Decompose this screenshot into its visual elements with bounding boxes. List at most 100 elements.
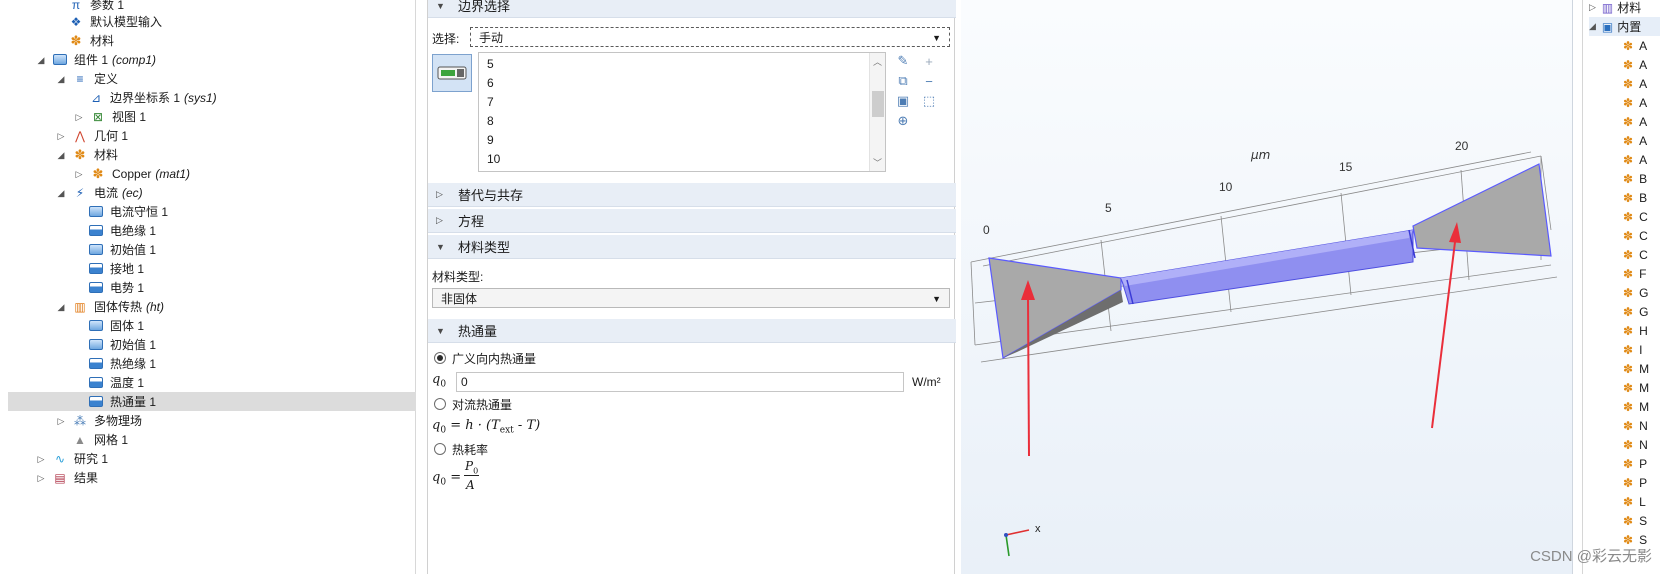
- list-scrollbar[interactable]: ︿ ﹀: [869, 53, 885, 171]
- library-item-materials[interactable]: ▷ ▥ 材料: [1589, 0, 1641, 17]
- add-icon[interactable]: +: [920, 52, 938, 70]
- radio-heat-rate[interactable]: [434, 443, 446, 455]
- collapse-arrow-icon[interactable]: ◢: [56, 150, 66, 160]
- q0-input[interactable]: 0: [456, 372, 904, 392]
- selection-dropdown[interactable]: 手动 ▼: [470, 27, 950, 47]
- material-list-item[interactable]: ✽ N: [1623, 416, 1648, 435]
- graphics-window[interactable]: μm 0 5 10 15 20 x: [961, 0, 1573, 574]
- expand-arrow-icon[interactable]: ▷: [74, 169, 84, 179]
- expand-arrow-icon[interactable]: ▷: [36, 454, 46, 464]
- material-list-item[interactable]: ✽ L: [1623, 492, 1646, 511]
- material-list-item[interactable]: ✽ M: [1623, 359, 1649, 378]
- copy-selection-icon[interactable]: ⧉: [894, 72, 912, 90]
- tree-item-materials[interactable]: ◢ ✽ 材料: [8, 145, 416, 164]
- collapse-arrow-icon[interactable]: ◢: [1589, 21, 1596, 32]
- collapse-arrow-icon[interactable]: ◢: [56, 74, 66, 84]
- tree-item-initial-values-ec[interactable]: 初始值 1: [8, 240, 416, 259]
- tree-item-study[interactable]: ▷ ∿ 研究 1: [8, 449, 416, 468]
- section-override[interactable]: ▷ 替代与共存: [428, 183, 956, 207]
- boundary-list[interactable]: 5 6 7 8 9 10 ︿ ﹀: [478, 52, 886, 172]
- library-item-builtin[interactable]: ◢ ▣ 内置: [1589, 17, 1660, 36]
- tree-item-thermal-insulation[interactable]: 热绝缘 1: [8, 354, 416, 373]
- radio-general-inward-flux[interactable]: [434, 352, 446, 364]
- paste-selection-icon[interactable]: ▣: [894, 92, 912, 110]
- tree-item-temperature[interactable]: 温度 1: [8, 373, 416, 392]
- material-list-item[interactable]: ✽ A: [1623, 112, 1647, 131]
- expand-arrow-icon[interactable]: ▷: [74, 112, 84, 122]
- collapse-arrow-icon[interactable]: ◢: [56, 302, 66, 312]
- tree-item-results[interactable]: ▷ ▤ 结果: [8, 468, 416, 487]
- tree-item-multiphysics[interactable]: ▷ ⁂ 多物理场: [8, 411, 416, 430]
- expand-arrow-icon[interactable]: ▷: [36, 473, 46, 483]
- material-list-item[interactable]: ✽ M: [1623, 378, 1649, 397]
- material-list-item[interactable]: ✽ F: [1623, 264, 1646, 283]
- collapse-arrow-icon[interactable]: ◢: [56, 188, 66, 198]
- material-list-item[interactable]: ✽ G: [1623, 283, 1648, 302]
- tree-item-electric-currents[interactable]: ◢ ⚡ 电流 (ec): [8, 183, 416, 202]
- right-pad[interactable]: [1412, 163, 1552, 257]
- scroll-thumb[interactable]: [872, 91, 884, 117]
- tree-item-definitions[interactable]: ◢ ≡ 定义: [8, 69, 416, 88]
- heat-rate-label: 热耗率: [452, 443, 489, 457]
- material-list-item[interactable]: ✽ P: [1623, 454, 1647, 473]
- section-equation[interactable]: ▷ 方程: [428, 209, 956, 233]
- tree-item-copper[interactable]: ▷ ✽ Copper (mat1): [8, 164, 416, 183]
- material-list-item[interactable]: ✽ B: [1623, 188, 1647, 207]
- radio-convective-flux[interactable]: [434, 398, 446, 410]
- active-toggle-button[interactable]: [432, 54, 472, 92]
- collapse-arrow-icon[interactable]: ◢: [36, 55, 46, 65]
- tree-item-view[interactable]: ▷ ⊠ 视图 1: [8, 107, 416, 126]
- tree-item-component[interactable]: ◢ 组件 1 (comp1): [8, 50, 416, 69]
- material-list-item[interactable]: ✽ G: [1623, 302, 1648, 321]
- material-list-item[interactable]: ✽ C: [1623, 207, 1648, 226]
- paint-selection-icon[interactable]: ✎: [894, 52, 912, 70]
- list-item[interactable]: 6: [487, 76, 494, 90]
- list-item[interactable]: 8: [487, 114, 494, 128]
- tree-item-geometry[interactable]: ▷ ⋀ 几何 1: [8, 126, 416, 145]
- tree-item-initial-values-ht[interactable]: 初始值 1: [8, 335, 416, 354]
- expand-arrow-icon[interactable]: ▷: [56, 416, 66, 426]
- material-list-item[interactable]: ✽ M: [1623, 397, 1649, 416]
- material-type-dropdown[interactable]: 非固体 ▼: [432, 288, 950, 308]
- list-item[interactable]: 7: [487, 95, 494, 109]
- scroll-down-icon[interactable]: ﹀: [873, 156, 882, 169]
- tree-item-heat-transfer[interactable]: ◢ ▥ 固体传热 (ht): [8, 297, 416, 316]
- material-list-item[interactable]: ✽ A: [1623, 55, 1647, 74]
- list-item[interactable]: 5: [487, 57, 494, 71]
- scroll-up-icon[interactable]: ︿: [873, 55, 882, 68]
- tree-item-current-conservation[interactable]: 电流守恒 1: [8, 202, 416, 221]
- list-item[interactable]: 10: [487, 152, 500, 166]
- material-list-item[interactable]: ✽ S: [1623, 511, 1647, 530]
- tree-item-default-model-inputs[interactable]: ❖ 默认模型输入: [8, 12, 416, 31]
- material-list-item[interactable]: ✽ I: [1623, 340, 1642, 359]
- material-list-item[interactable]: ✽ A: [1623, 131, 1647, 150]
- tree-item-electric-insulation[interactable]: 电绝缘 1: [8, 221, 416, 240]
- material-list-item[interactable]: ✽ A: [1623, 36, 1647, 55]
- material-list-item[interactable]: ✽ N: [1623, 435, 1648, 454]
- material-list-item[interactable]: ✽ C: [1623, 245, 1648, 264]
- material-list-item[interactable]: ✽ C: [1623, 226, 1648, 245]
- tree-item-solid[interactable]: 固体 1: [8, 316, 416, 335]
- material-list-item[interactable]: ✽ H: [1623, 321, 1648, 340]
- tree-item-ground[interactable]: 接地 1: [8, 259, 416, 278]
- section-material-type[interactable]: ▼ 材料类型: [428, 235, 956, 259]
- tree-item-boundary-system[interactable]: ⊿ 边界坐标系 1 (sys1): [8, 88, 416, 107]
- material-list-item[interactable]: ✽ B: [1623, 169, 1647, 188]
- tree-item-electric-potential[interactable]: 电势 1: [8, 278, 416, 297]
- create-selection-icon[interactable]: ⊕: [894, 112, 912, 130]
- material-list-item[interactable]: ✽ A: [1623, 150, 1647, 169]
- section-boundary-selection[interactable]: ▼ 边界选择: [428, 0, 956, 18]
- tree-item-mesh[interactable]: ▲ 网格 1: [8, 430, 416, 449]
- tree-item-global-materials[interactable]: ✽ 材料: [8, 31, 416, 50]
- zoom-to-selection-icon[interactable]: ⬚: [920, 92, 938, 110]
- tree-item-heat-flux[interactable]: 热通量 1: [8, 392, 416, 411]
- remove-icon[interactable]: −: [920, 72, 938, 90]
- material-list-item[interactable]: ✽ A: [1623, 74, 1647, 93]
- expand-arrow-icon[interactable]: ▷: [56, 131, 66, 141]
- material-list-item[interactable]: ✽ A: [1623, 93, 1647, 112]
- material-list-item[interactable]: ✽ P: [1623, 473, 1647, 492]
- list-item[interactable]: 9: [487, 133, 494, 147]
- geometry-view[interactable]: μm 0 5 10 15 20 x: [961, 0, 1573, 574]
- section-heat-flux[interactable]: ▼ 热通量: [428, 319, 956, 343]
- expand-arrow-icon[interactable]: ▷: [1589, 2, 1596, 13]
